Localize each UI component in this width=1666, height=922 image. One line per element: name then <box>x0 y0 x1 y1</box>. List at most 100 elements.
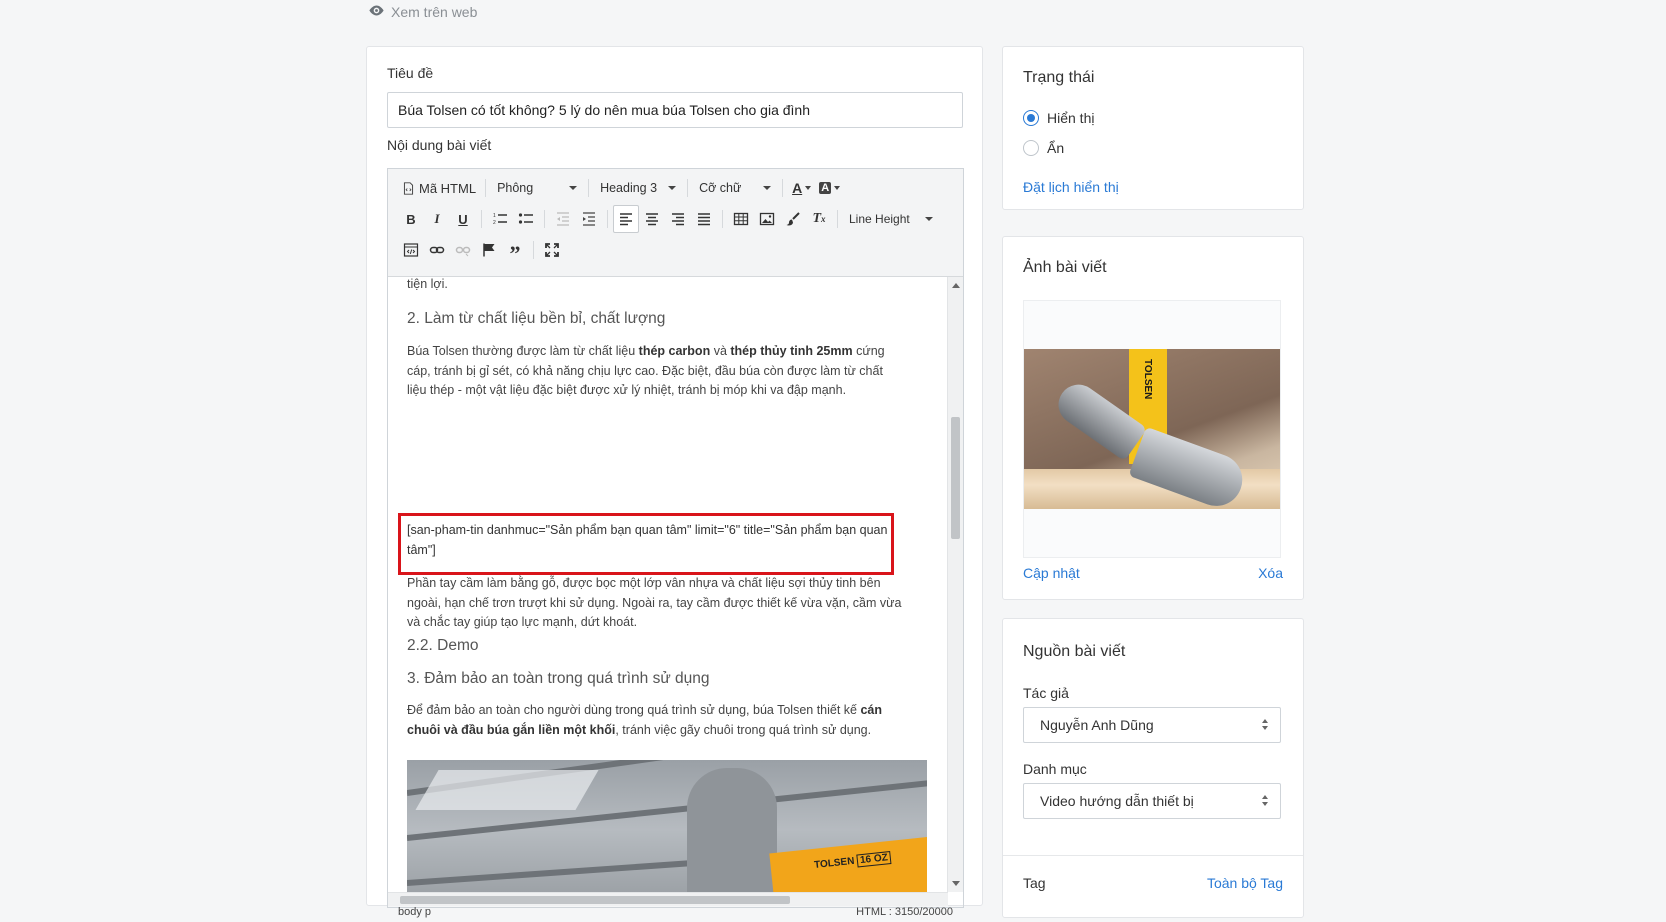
line-height-label: Line Height <box>849 212 910 226</box>
align-center-button[interactable] <box>639 205 665 233</box>
heading-label: Heading 3 <box>600 181 658 195</box>
clear-format-icon: Tx <box>812 211 826 226</box>
ordered-list-button[interactable]: 12 <box>487 205 513 233</box>
code-view-button[interactable] <box>398 236 424 264</box>
background-color-button[interactable]: A <box>815 174 844 202</box>
insert-table-button[interactable] <box>728 205 754 233</box>
scroll-thumb[interactable] <box>400 896 790 904</box>
caret-down-icon <box>569 186 578 190</box>
all-tags-link[interactable]: Toàn bộ Tag <box>1207 875 1283 891</box>
status-card: Trạng thái Hiển thị Ẩn Đặt lịch hiển thị <box>1002 46 1304 210</box>
toolbar-divider <box>533 241 534 259</box>
featured-image: TOLSEN <box>1024 349 1280 509</box>
toolbar-divider <box>588 179 590 197</box>
view-on-web-link[interactable]: Xem trên web <box>368 2 477 22</box>
paragraph: Phần tay cầm làm bằng gỗ, được bọc một l… <box>407 576 902 629</box>
schedule-display-link[interactable]: Đặt lịch hiển thị <box>1023 179 1119 195</box>
italic-button[interactable]: I <box>424 205 450 233</box>
toolbar-divider <box>481 210 482 228</box>
align-left-icon <box>620 213 632 226</box>
heading-dropdown[interactable]: Heading 3 <box>594 174 682 202</box>
toolbar-divider <box>607 210 608 228</box>
unordered-list-button[interactable] <box>513 205 539 233</box>
clear-format-button[interactable]: Tx <box>806 205 832 233</box>
title-input[interactable]: Búa Tolsen có tốt không? 5 lý do nên mua… <box>387 92 963 128</box>
radio-unchecked-icon <box>1023 140 1039 156</box>
radio-show[interactable]: Hiển thị <box>1023 110 1094 126</box>
html-source-button[interactable]: Mã HTML <box>398 174 480 202</box>
scroll-up-icon[interactable] <box>952 283 960 288</box>
update-image-link[interactable]: Cập nhật <box>1023 565 1080 581</box>
toolbar-divider <box>782 179 784 197</box>
bold-button[interactable]: B <box>398 205 424 233</box>
featured-image-frame[interactable]: TOLSEN <box>1023 300 1281 558</box>
blockquote-button[interactable]: ” <box>502 236 528 265</box>
underline-button[interactable]: U <box>450 205 476 233</box>
image-card-title: Ảnh bài viết <box>1023 259 1107 276</box>
eye-icon <box>368 2 385 22</box>
unlink-button[interactable] <box>450 236 476 264</box>
align-center-icon <box>646 213 658 226</box>
vertical-scrollbar[interactable] <box>947 277 963 892</box>
line-height-dropdown[interactable]: Line Height <box>843 205 939 233</box>
paragraph: Búa Tolsen thường được làm từ chất liệu … <box>407 344 885 397</box>
element-path: body p <box>398 906 432 918</box>
radio-hide[interactable]: Ẩn <box>1023 140 1064 156</box>
font-size-dropdown[interactable]: Cỡ chữ <box>693 174 777 202</box>
content-label: Nội dung bài viết <box>387 137 492 153</box>
content-heading: 2. Làm từ chất liệu bền bỉ, chất lượng <box>407 310 666 327</box>
highlight-color-icon: A <box>819 182 832 194</box>
font-family-dropdown[interactable]: Phông <box>491 174 583 202</box>
indent-icon <box>583 212 595 226</box>
editor-content-area[interactable]: tiện lợi. 2. Làm từ chất liệu bền bỉ, ch… <box>388 277 948 892</box>
category-label: Danh mục <box>1023 761 1087 777</box>
shortcode-text: [san-pham-tin danhmuc="Sản phẩm bạn quan… <box>407 523 888 557</box>
anchor-button[interactable] <box>476 236 502 264</box>
toolbar-divider <box>485 179 487 197</box>
indent-button[interactable] <box>576 205 602 233</box>
delete-image-link[interactable]: Xóa <box>1258 565 1283 581</box>
radio-checked-icon <box>1023 110 1039 126</box>
featured-image-card: Ảnh bài viết TOLSEN Cập nhật Xóa <box>1002 236 1304 600</box>
toolbar-divider <box>687 179 689 197</box>
align-justify-button[interactable] <box>691 205 717 233</box>
text-color-button[interactable]: A <box>788 174 815 202</box>
html-source-label: Mã HTML <box>419 180 477 196</box>
outdent-icon <box>557 212 569 226</box>
fullscreen-button[interactable] <box>539 236 565 264</box>
code-view-icon <box>403 243 419 257</box>
outdent-button[interactable] <box>550 205 576 233</box>
category-select[interactable]: Video hướng dẫn thiết bị <box>1023 783 1281 819</box>
align-justify-icon <box>698 213 710 226</box>
paint-brush-icon <box>786 212 800 226</box>
hammer-head-shape <box>687 768 777 892</box>
format-painter-button[interactable] <box>780 205 806 233</box>
editor-toolbar: Mã HTML Phông Heading 3 Cỡ chữ A A B I U… <box>388 169 963 277</box>
toolbar-divider <box>837 210 838 228</box>
article-editor-card: Tiêu đề Búa Tolsen có tốt không? 5 lý do… <box>366 46 983 918</box>
insert-image-button[interactable] <box>754 205 780 233</box>
author-label: Tác giả <box>1023 685 1069 701</box>
horizontal-scrollbar[interactable] <box>388 892 948 906</box>
tag-label: Tag <box>1023 875 1046 891</box>
underline-icon: U <box>458 211 468 227</box>
paragraph: Để đảm bảo an toàn cho người dùng trong … <box>407 703 883 737</box>
insert-link-button[interactable] <box>424 236 450 264</box>
toolbar-divider <box>544 210 545 228</box>
category-value: Video hướng dẫn thiết bị <box>1040 793 1194 809</box>
align-right-icon <box>672 213 684 226</box>
bullet-list-icon <box>518 213 533 224</box>
scroll-down-icon[interactable] <box>952 881 960 886</box>
radio-show-label: Hiển thị <box>1047 110 1095 126</box>
caret-down-icon <box>763 186 772 190</box>
handle-brand-text: TOLSEN <box>1142 359 1153 400</box>
author-value: Nguyễn Anh Dũng <box>1040 717 1154 733</box>
author-select[interactable]: Nguyễn Anh Dũng <box>1023 707 1281 743</box>
scroll-thumb[interactable] <box>951 417 960 539</box>
content-heading: 2.2. Demo <box>407 637 479 654</box>
align-right-button[interactable] <box>665 205 691 233</box>
rich-text-editor: Mã HTML Phông Heading 3 Cỡ chữ A A B I U… <box>387 168 964 918</box>
align-left-button[interactable] <box>613 205 639 233</box>
svg-text:2: 2 <box>493 220 496 226</box>
content-heading: 3. Đảm bảo an toàn trong quá trình sử dụ… <box>407 670 710 687</box>
